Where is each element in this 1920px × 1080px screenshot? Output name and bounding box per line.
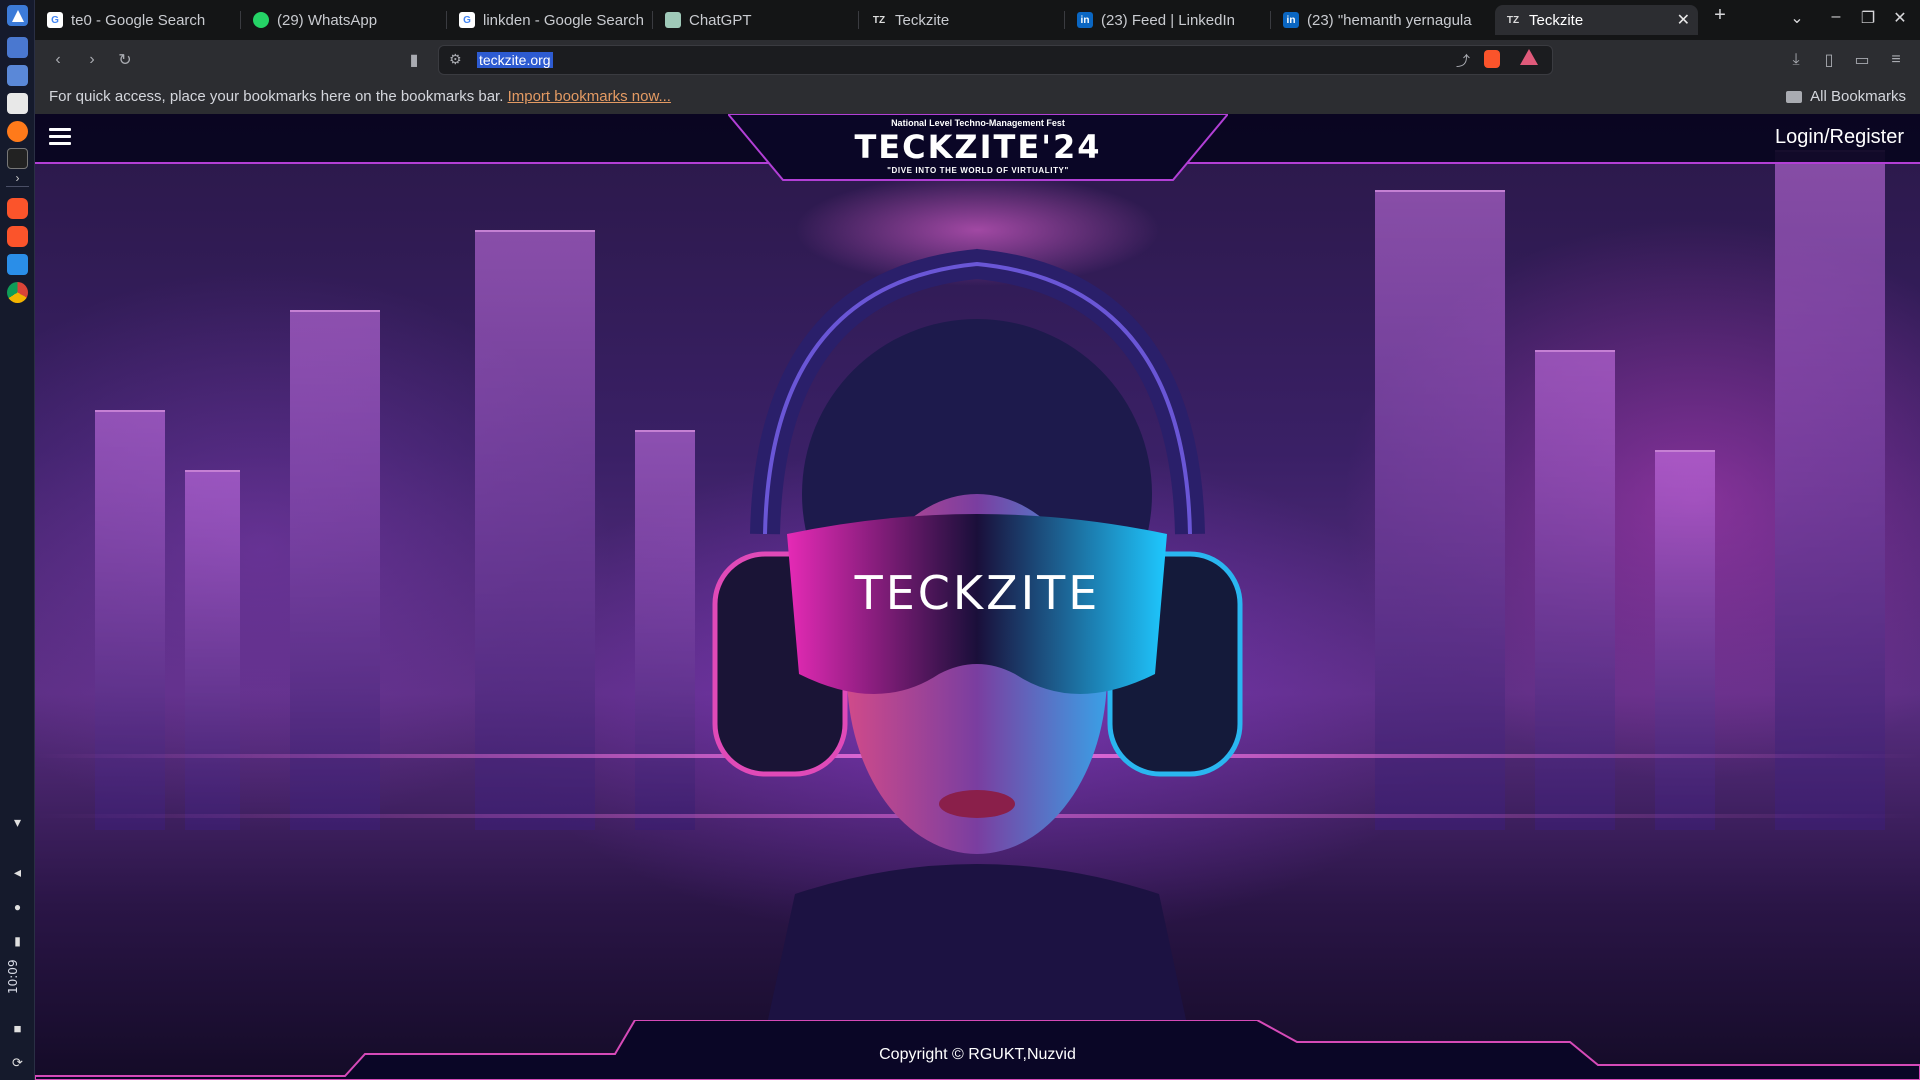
power-icon[interactable]: ⟳ xyxy=(7,1052,28,1073)
all-bookmarks-button[interactable]: All Bookmarks xyxy=(1786,88,1906,105)
back-button[interactable]: ‹ xyxy=(47,49,69,71)
tab-separator xyxy=(1270,11,1271,29)
tab-chatgpt[interactable]: ChatGPT xyxy=(655,5,855,35)
tab-title: (23) "hemanth yernagula xyxy=(1307,11,1472,29)
tab-linkedin-feed[interactable]: in (23) Feed | LinkedIn xyxy=(1067,5,1267,35)
brave-icon[interactable] xyxy=(7,226,28,247)
reload-button[interactable]: ↻ xyxy=(114,49,136,71)
downloads-icon[interactable]: ⤓ xyxy=(1785,49,1807,71)
linkedin-icon: in xyxy=(1283,12,1299,28)
tab-title: linkden - Google Search xyxy=(483,11,644,29)
tab-title: Teckzite xyxy=(895,11,950,29)
all-bookmarks-label: All Bookmarks xyxy=(1810,88,1906,105)
hamburger-menu-icon[interactable] xyxy=(49,128,71,146)
logo-tagline: "DIVE INTO THE WORLD OF VIRTUALITY" xyxy=(887,166,1069,175)
teckzite-page: TECKZITE Login/Register National Level T… xyxy=(35,114,1920,1080)
tab-title: (29) WhatsApp xyxy=(277,11,378,29)
tab-google-search-linkden[interactable]: G linkden - Google Search xyxy=(449,5,649,35)
url-text[interactable]: teckzite.org xyxy=(477,52,553,68)
tab-separator xyxy=(446,11,447,29)
forward-button[interactable]: › xyxy=(81,49,103,71)
wifi-icon[interactable]: ▾ xyxy=(7,812,28,833)
close-tab-icon[interactable]: ✕ xyxy=(1677,10,1690,30)
firefox-icon[interactable] xyxy=(7,121,28,142)
teckzite-icon: TZ xyxy=(1506,14,1520,26)
tab-linkedin-search[interactable]: in (23) "hemanth yernagula xyxy=(1273,5,1473,35)
linkedin-icon: in xyxy=(1077,12,1093,28)
tab-whatsapp[interactable]: (29) WhatsApp xyxy=(243,5,443,35)
os-menu-icon[interactable] xyxy=(7,5,28,26)
chevron-right-icon[interactable]: › xyxy=(7,167,28,188)
tab-separator xyxy=(652,11,653,29)
battery-icon[interactable]: ▮ xyxy=(7,930,28,951)
wallet-icon[interactable]: ▭ xyxy=(1851,49,1873,71)
logo-kicker: National Level Techno-Management Fest xyxy=(891,118,1065,128)
share-icon[interactable]: ⤴ xyxy=(1456,51,1470,71)
brave-icon[interactable] xyxy=(7,198,28,219)
terminal-icon[interactable] xyxy=(7,148,28,169)
site-logo[interactable]: National Level Techno-Management Fest TE… xyxy=(728,114,1228,182)
bookmarks-bar: For quick access, place your bookmarks h… xyxy=(35,80,1920,114)
import-bookmarks-link[interactable]: Import bookmarks now... xyxy=(508,88,671,105)
site-footer: Copyright © RGUKT,Nuzvid xyxy=(35,1020,1920,1080)
toolbar: ‹ › ↻ ▮ ⚙ teckzite.org ⤴ ⤓ ▯ ▭ ≡ xyxy=(35,40,1920,80)
copyright-text: Copyright © RGUKT,Nuzvid xyxy=(879,1046,1076,1063)
menu-icon[interactable]: ≡ xyxy=(1885,49,1907,71)
notification-bell-icon[interactable]: ● xyxy=(7,896,28,917)
lock-icon[interactable]: ■ xyxy=(7,1018,28,1039)
vscode-icon[interactable] xyxy=(7,254,28,275)
minimize-button[interactable]: – xyxy=(1824,8,1848,26)
whatsapp-icon xyxy=(253,12,269,28)
tab-separator xyxy=(858,11,859,29)
text-editor-icon[interactable] xyxy=(7,93,28,114)
teckzite-icon: TZ xyxy=(872,14,886,26)
desktop-icon[interactable] xyxy=(7,37,28,58)
login-register-link[interactable]: Login/Register xyxy=(1775,126,1904,149)
tab-separator xyxy=(240,11,241,29)
folder-icon xyxy=(1786,90,1803,103)
bookmarks-hint: For quick access, place your bookmarks h… xyxy=(49,88,671,105)
bookmark-icon[interactable]: ▮ xyxy=(403,49,425,71)
tab-title: te0 - Google Search xyxy=(71,11,206,29)
tab-google-search-te0[interactable]: G te0 - Google Search xyxy=(37,5,237,35)
close-window-button[interactable]: ✕ xyxy=(1888,8,1912,28)
clock[interactable]: 10:09 xyxy=(6,952,28,1002)
sidebar-toggle-icon[interactable]: ▯ xyxy=(1818,49,1840,71)
volume-icon[interactable]: ◂ xyxy=(7,862,28,883)
maximize-button[interactable]: ❐ xyxy=(1856,8,1880,28)
bookmarks-hint-text: For quick access, place your bookmarks h… xyxy=(49,88,504,105)
chatgpt-icon xyxy=(665,12,681,28)
tab-title: ChatGPT xyxy=(689,11,752,29)
brave-shields-icon[interactable] xyxy=(1484,50,1500,68)
tab-teckzite[interactable]: TZ Teckzite xyxy=(861,5,1061,35)
address-bar[interactable]: ⚙ teckzite.org ⤴ xyxy=(438,45,1553,75)
tab-separator xyxy=(1064,11,1065,29)
logo-title: TECKZITE'24 xyxy=(854,128,1102,166)
tab-bar: G te0 - Google Search (29) WhatsApp G li… xyxy=(35,0,1920,40)
files-icon[interactable] xyxy=(7,65,28,86)
tab-search-chevron-icon[interactable]: ⌄ xyxy=(1785,8,1809,28)
new-tab-button[interactable]: + xyxy=(1708,4,1732,27)
brave-rewards-icon[interactable] xyxy=(1520,49,1538,65)
dock-divider xyxy=(6,186,29,187)
tab-title: Teckzite xyxy=(1529,11,1584,29)
chrome-icon[interactable] xyxy=(7,282,28,303)
google-icon: G xyxy=(459,12,475,28)
visor-text: TECKZITE xyxy=(854,566,1101,620)
tab-teckzite-active[interactable]: TZ Teckzite ✕ xyxy=(1495,5,1698,35)
site-settings-icon[interactable]: ⚙ xyxy=(449,51,462,68)
google-icon: G xyxy=(47,12,63,28)
os-dock: › ▾ ◂ ● ▮ 10:09 ■ ⟳ xyxy=(0,0,35,1080)
tab-title: (23) Feed | LinkedIn xyxy=(1101,11,1235,29)
